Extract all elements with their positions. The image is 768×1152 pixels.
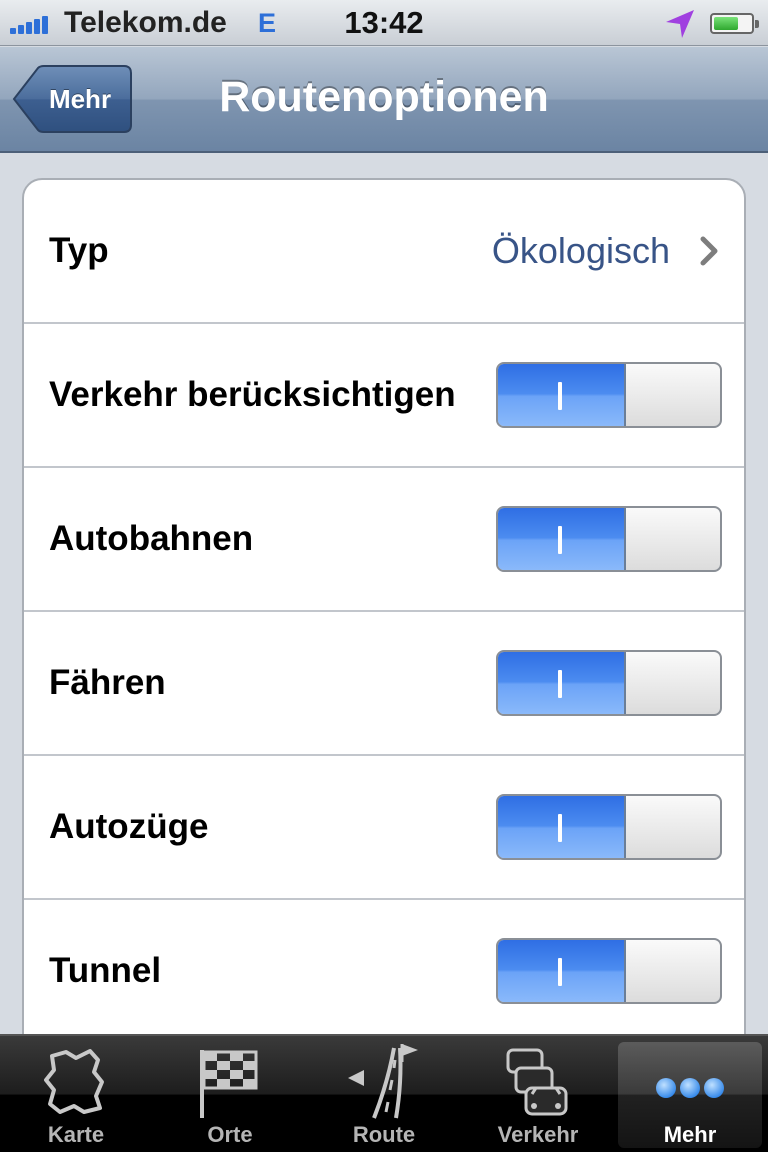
highways-toggle[interactable] (496, 506, 722, 572)
location-arrow-icon (666, 10, 694, 38)
status-bar: Telekom.de E 13:42 (0, 0, 768, 46)
checkered-flag-icon (200, 1050, 258, 1118)
tab-label: Verkehr (497, 1122, 579, 1147)
tab-label: Route (352, 1122, 416, 1147)
route-type-row[interactable]: Typ Ökologisch (24, 180, 744, 324)
page-title: Routenoptionen (219, 73, 549, 121)
tab-route[interactable]: Route (308, 1036, 460, 1152)
chevron-right-icon (700, 236, 718, 266)
back-button[interactable]: Mehr (12, 65, 132, 133)
tab-orte[interactable]: Orte (154, 1036, 306, 1152)
ferries-toggle[interactable] (496, 650, 722, 716)
back-button-label: Mehr (48, 83, 112, 114)
map-icon (44, 1049, 104, 1114)
car-trains-toggle[interactable] (496, 794, 722, 860)
toggle-on-indicator (558, 670, 562, 698)
ferries-label: Fähren (49, 663, 166, 702)
traffic-label: Verkehr berücksichtigen (49, 375, 456, 414)
tunnels-row: Tunnel (24, 900, 744, 1044)
traffic-cars-icon (506, 1048, 568, 1116)
toggle-on-indicator (558, 526, 562, 554)
car-trains-row: Autozüge (24, 756, 744, 900)
tab-label: Orte (207, 1122, 253, 1147)
tab-mehr[interactable]: Mehr (618, 1042, 762, 1148)
navigation-bar: Mehr Routenoptionen (0, 47, 768, 153)
route-type-label: Typ (49, 231, 109, 270)
traffic-row: Verkehr berücksichtigen (24, 324, 744, 468)
road-route-icon (348, 1044, 418, 1119)
tunnels-toggle[interactable] (496, 938, 722, 1004)
tab-label: Karte (47, 1122, 105, 1147)
traffic-toggle[interactable] (496, 362, 722, 428)
tab-karte[interactable]: Karte (0, 1036, 152, 1152)
route-type-value: Ökologisch (491, 230, 670, 271)
battery-icon (710, 13, 759, 34)
toggle-on-indicator (558, 958, 562, 986)
car-trains-label: Autozüge (49, 807, 209, 846)
highways-label: Autobahnen (49, 519, 254, 558)
more-dots-icon (656, 1078, 724, 1098)
toggle-on-indicator (558, 814, 562, 842)
toggle-on-indicator (558, 382, 562, 410)
route-options-list: Typ Ökologisch Verkehr berücksichtigen A… (22, 178, 746, 1078)
tab-bar: Karte Orte Route Verkehr Mehr (0, 1034, 768, 1152)
tab-label: Mehr (663, 1122, 717, 1147)
status-time: 13:42 (344, 5, 424, 40)
ferries-row: Fähren (24, 612, 744, 756)
tab-verkehr[interactable]: Verkehr (462, 1036, 614, 1152)
tunnels-label: Tunnel (49, 951, 162, 990)
highways-row: Autobahnen (24, 468, 744, 612)
